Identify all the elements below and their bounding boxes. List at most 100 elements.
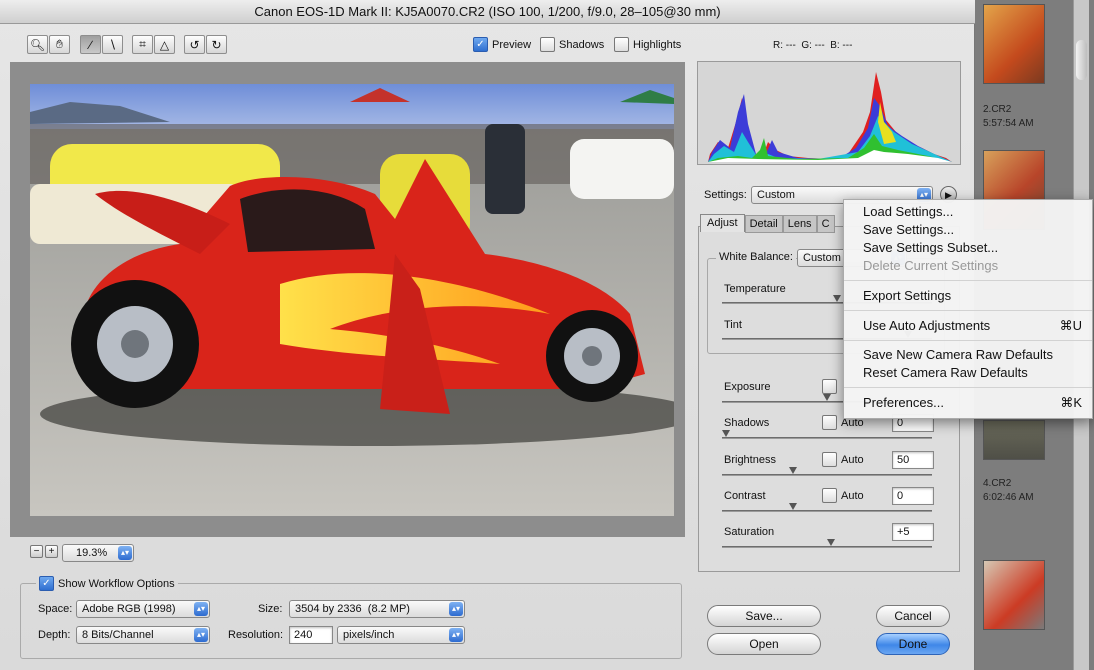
menu-item-use-auto-adjustments[interactable]: Use Auto Adjustments ⌘U <box>844 317 1092 335</box>
checkbox-box <box>540 37 555 52</box>
thumbnail[interactable] <box>983 4 1045 84</box>
menu-item-label: Save Settings Subset... <box>863 240 999 255</box>
settings-value: Custom <box>757 189 795 201</box>
shadows-label: Shadows <box>724 417 770 429</box>
histogram-graph <box>698 62 960 164</box>
rotate-left-icon[interactable]: ↺ <box>184 35 205 54</box>
chevron-updown-icon: ▴▾ <box>194 628 208 642</box>
show-workflow-label: Show Workflow Options <box>58 577 175 590</box>
file-name: 4.CR2 <box>983 478 1012 489</box>
settings-popup-menu: Load Settings... Save Settings... Save S… <box>843 199 1093 419</box>
exposure-label: Exposure <box>724 381 771 393</box>
checkbox-box <box>822 488 837 503</box>
workflow-options-group <box>20 583 682 659</box>
space-label: Space: <box>38 603 73 615</box>
checkbox-box <box>822 452 837 467</box>
brightness-label: Brightness <box>724 454 776 466</box>
thumbnail[interactable] <box>983 420 1045 460</box>
tab-detail[interactable]: Detail <box>744 215 783 233</box>
checkbox-box <box>822 379 837 394</box>
tab-adjust[interactable]: Adjust <box>700 214 745 232</box>
contrast-input[interactable]: 0 <box>892 487 934 505</box>
tab-lens-label: Lens <box>787 218 812 230</box>
open-button[interactable]: Open <box>707 633 821 655</box>
cancel-button[interactable]: Cancel <box>876 605 950 627</box>
white-balance-value: Custom <box>803 252 841 264</box>
depth-select[interactable]: 8 Bits/Channel ▴▾ <box>76 626 210 644</box>
toolbar: 🔍︎ ✋︎ ∕ ∖ ⌗ △ ↺ ↻ <box>27 35 237 56</box>
done-button[interactable]: Done <box>876 633 950 655</box>
contrast-slider[interactable] <box>722 503 932 512</box>
contrast-auto-checkbox[interactable]: Auto <box>822 488 864 503</box>
straighten-tool-icon[interactable]: △ <box>154 35 175 54</box>
brightness-input[interactable]: 50 <box>892 451 934 469</box>
tab-lens[interactable]: Lens <box>782 215 817 233</box>
slider-thumb[interactable] <box>827 539 835 546</box>
show-workflow-checkbox[interactable]: ✓ Show Workflow Options <box>36 576 178 591</box>
saturation-slider[interactable] <box>722 539 932 548</box>
slider-thumb[interactable] <box>789 467 797 474</box>
slider-thumb[interactable] <box>823 394 831 401</box>
menu-item-label: Use Auto Adjustments <box>863 318 991 333</box>
zoom-level-select[interactable]: 19.3% ▴▾ <box>62 544 134 562</box>
zoom-out-button[interactable]: − <box>30 545 43 558</box>
menu-item-label: Preferences... <box>863 395 944 410</box>
color-sampler-tool-icon[interactable]: ∖ <box>102 35 123 54</box>
shadows-checkbox[interactable]: Shadows <box>540 37 604 52</box>
histogram <box>697 61 961 165</box>
slider-thumb[interactable] <box>789 503 797 510</box>
chevron-updown-icon: ▴▾ <box>449 602 463 616</box>
menu-item-export-settings[interactable]: Export Settings <box>844 287 1092 305</box>
preview-canvas[interactable] <box>10 62 685 537</box>
save-button[interactable]: Save... <box>707 605 821 627</box>
preview-checkbox[interactable]: ✓ Preview <box>473 37 531 52</box>
tab-adjust-label: Adjust <box>707 217 738 229</box>
slider-thumb[interactable] <box>833 295 841 302</box>
chevron-updown-icon: ▴▾ <box>449 628 463 642</box>
chevron-updown-icon: ▴▾ <box>194 602 208 616</box>
menu-item-reset-defaults[interactable]: Reset Camera Raw Defaults <box>844 364 1092 382</box>
space-select[interactable]: Adobe RGB (1998) ▴▾ <box>76 600 210 618</box>
rotate-right-icon[interactable]: ↻ <box>206 35 227 54</box>
menu-separator <box>844 310 1092 311</box>
menu-item-label: Delete Current Settings <box>863 258 999 273</box>
checkbox-box <box>822 415 837 430</box>
resolution-unit-select[interactable]: pixels/inch ▴▾ <box>337 626 465 644</box>
tab-detail-label: Detail <box>749 218 778 230</box>
menu-item-load-settings[interactable]: Load Settings... <box>844 203 1092 221</box>
preview-image <box>30 84 674 516</box>
white-balance-tool-icon[interactable]: ∕ <box>80 35 101 54</box>
menu-item-save-settings[interactable]: Save Settings... <box>844 221 1092 239</box>
menu-item-save-new-defaults[interactable]: Save New Camera Raw Defaults <box>844 346 1092 364</box>
auto-label: Auto <box>841 489 864 502</box>
saturation-input[interactable]: +5 <box>892 523 934 541</box>
shadows-slider[interactable] <box>722 430 932 439</box>
file-time: 6:02:46 AM <box>983 492 1034 503</box>
file-name: 2.CR2 <box>983 104 1012 115</box>
tab-calibrate[interactable]: C <box>816 215 835 233</box>
crop-tool-icon[interactable]: ⌗ <box>132 35 153 54</box>
chevron-updown-icon: ▴▾ <box>118 546 132 560</box>
menu-item-save-settings-subset[interactable]: Save Settings Subset... <box>844 239 1092 257</box>
hand-tool-icon[interactable]: ✋︎ <box>49 35 70 54</box>
menu-item-label: Load Settings... <box>863 204 954 219</box>
scroll-thumb[interactable] <box>1076 40 1087 80</box>
checkbox-box <box>614 37 629 52</box>
exposure-auto-checkbox[interactable] <box>822 379 837 394</box>
thumbnail[interactable] <box>983 560 1045 630</box>
brightness-slider[interactable] <box>722 467 932 476</box>
menu-item-label: Reset Camera Raw Defaults <box>863 365 1028 380</box>
zoom-in-button[interactable]: + <box>45 545 58 558</box>
shadows-clip-label: Shadows <box>559 38 605 51</box>
brightness-auto-checkbox[interactable]: Auto <box>822 452 864 467</box>
slider-thumb[interactable] <box>722 430 730 437</box>
size-select[interactable]: 3504 by 2336 (8.2 MP) ▴▾ <box>289 600 465 618</box>
preview-label: Preview <box>492 38 532 51</box>
zoom-tool-icon[interactable]: 🔍︎ <box>27 35 48 54</box>
rgb-readout: R: --- G: --- B: --- <box>773 40 853 51</box>
menu-item-preferences[interactable]: Preferences... ⌘K <box>844 394 1092 412</box>
window-title: Canon EOS-1D Mark II: KJ5A0070.CR2 (ISO … <box>0 0 975 24</box>
highlights-checkbox[interactable]: Highlights <box>614 37 681 52</box>
menu-separator <box>844 340 1092 341</box>
resolution-input[interactable]: 240 <box>289 626 333 644</box>
